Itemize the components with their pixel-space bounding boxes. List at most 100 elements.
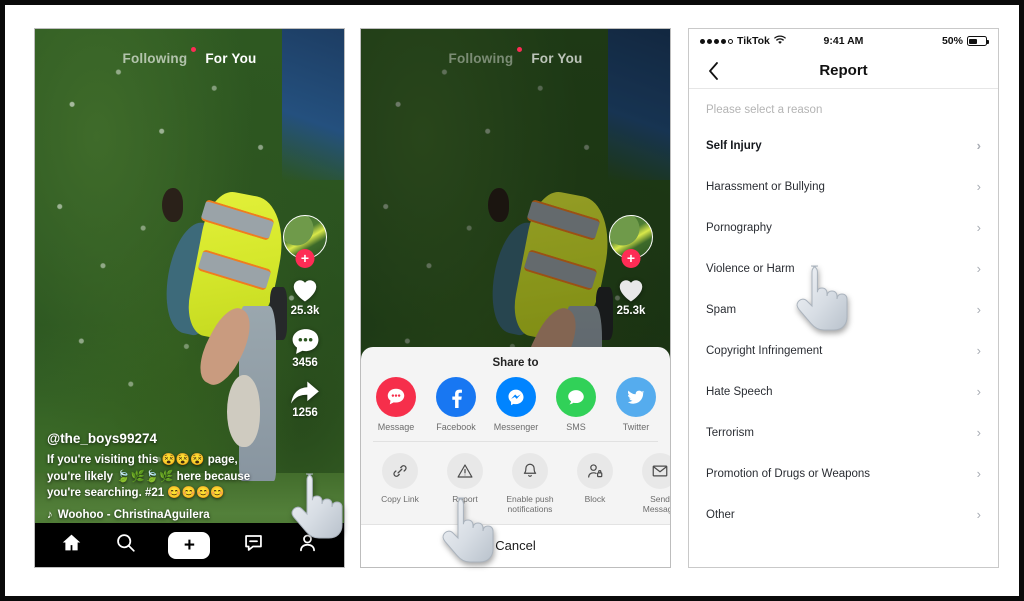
envelope-icon <box>642 452 670 489</box>
report-row-pornography[interactable]: Pornography › <box>706 207 981 248</box>
notification-dot-icon <box>517 47 523 52</box>
report-row-hate-speech[interactable]: Hate Speech › <box>706 371 981 412</box>
action-label: Send Message <box>642 493 670 515</box>
report-row-label: Harassment or Bullying <box>706 180 825 193</box>
report-reason-list: Self Injury › Harassment or Bullying › P… <box>689 125 998 535</box>
action-send-message[interactable]: Send Message <box>633 452 670 515</box>
chevron-right-icon: › <box>976 343 981 358</box>
share-target-label: Messenger <box>493 421 539 432</box>
messenger-icon <box>496 376 536 417</box>
heart-icon <box>616 275 646 303</box>
chevron-right-icon: › <box>976 179 981 194</box>
report-row-label: Self Injury <box>706 139 762 152</box>
share-target-sms[interactable]: SMS <box>553 376 599 433</box>
chevron-right-icon: › <box>976 220 981 235</box>
report-row-other[interactable]: Other › <box>706 494 981 535</box>
like-count: 25.3k <box>616 305 646 317</box>
like-count: 25.3k <box>290 305 320 317</box>
nav-profile-icon[interactable] <box>297 532 318 558</box>
sms-icon <box>556 376 596 417</box>
author-avatar-button[interactable]: + <box>609 215 653 268</box>
status-bar-time: 9:41 AM <box>823 35 864 47</box>
battery-icon <box>966 36 989 46</box>
share-target-row: Message Facebook Messenger SMS Twitter <box>361 375 670 441</box>
nav-create-button[interactable]: + <box>165 531 214 559</box>
music-row[interactable]: ♪ Woohoo - ChristinaAguilera <box>47 509 261 521</box>
wifi-icon <box>773 34 786 48</box>
action-rail: + 25.3k 3456 1256 <box>276 215 334 430</box>
action-block[interactable]: Block <box>568 452 622 515</box>
tab-following-label: Following <box>122 51 188 66</box>
carrier-name: TikTok <box>737 35 770 47</box>
tab-following-label: Following <box>448 51 514 66</box>
nav-inbox-icon[interactable] <box>243 532 264 558</box>
nav-search-icon[interactable] <box>115 532 136 558</box>
bell-icon <box>512 452 548 489</box>
status-bar-left: TikTok <box>700 34 795 48</box>
report-row-label: Copyright Infringement <box>706 344 823 357</box>
share-target-message[interactable]: Message <box>373 376 419 433</box>
caption-text: If you're visiting this 😵😵😵 page, you're… <box>47 453 251 500</box>
comment-icon <box>291 328 320 355</box>
facebook-icon <box>436 376 476 417</box>
tab-for-you[interactable]: For You <box>531 51 582 66</box>
author-username[interactable]: @the_boys99274 <box>47 431 261 446</box>
message-bubble-icon <box>376 376 416 417</box>
report-row-label: Other <box>706 508 735 521</box>
share-sheet: Share to Message Facebook Messenger SMS … <box>361 346 670 567</box>
tab-following[interactable]: Following <box>448 47 523 66</box>
phone-2-share-sheet-screen: Following For You + 25.3k Share to Messa… <box>360 28 671 568</box>
select-reason-hint: Please select a reason <box>706 104 823 116</box>
tab-following[interactable]: Following <box>122 47 197 66</box>
report-row-copyright-infringement[interactable]: Copyright Infringement › <box>706 330 981 371</box>
report-row-spam[interactable]: Spam › <box>706 289 981 330</box>
report-row-label: Spam <box>706 303 737 316</box>
action-label: Copy Link <box>381 493 419 504</box>
comment-button[interactable]: 3456 <box>291 328 320 369</box>
report-row-terrorism[interactable]: Terrorism › <box>706 412 981 453</box>
share-target-label: Facebook <box>436 421 476 432</box>
share-action-row: Copy Link Report Enable push notificatio… <box>361 442 670 524</box>
report-row-promotion-of-drugs-or-weapons[interactable]: Promotion of Drugs or Weapons › <box>706 453 981 494</box>
share-target-messenger[interactable]: Messenger <box>493 376 539 433</box>
bottom-nav-bar: + <box>35 523 344 567</box>
follow-plus-icon[interactable]: + <box>621 249 641 268</box>
share-sheet-title: Share to <box>492 356 539 369</box>
share-arrow-icon <box>290 380 320 405</box>
action-rail: + 25.3k <box>602 215 660 328</box>
top-tab-bar: Following For You <box>361 47 670 66</box>
report-row-violence-or-harm[interactable]: Violence or Harm › <box>706 248 981 289</box>
report-row-self-injury[interactable]: Self Injury › <box>706 125 981 166</box>
cancel-button[interactable]: Cancel <box>361 524 670 567</box>
report-navbar: Report <box>689 53 998 89</box>
nav-create-plus-icon: + <box>183 534 196 556</box>
report-row-label: Promotion of Drugs or Weapons <box>706 467 871 480</box>
chevron-right-icon: › <box>976 425 981 440</box>
action-enable-push[interactable]: Enable push notifications <box>503 452 557 515</box>
phone-1-feed-screen: Following For You + 25.3k 3456 1256 @the… <box>34 28 345 568</box>
share-target-twitter[interactable]: Twitter <box>613 376 659 433</box>
warning-triangle-icon <box>447 452 483 489</box>
signal-dots-icon <box>700 38 733 44</box>
chevron-right-icon: › <box>976 138 981 153</box>
chevron-right-icon: › <box>976 507 981 522</box>
action-label: Enable push notifications <box>506 493 554 515</box>
share-target-label: Twitter <box>622 421 650 432</box>
share-button[interactable]: 1256 <box>290 380 320 419</box>
report-row-harassment-or-bullying[interactable]: Harassment or Bullying › <box>706 166 981 207</box>
twitter-icon <box>616 376 656 417</box>
nav-home-icon[interactable] <box>61 532 82 558</box>
status-bar-right: 50% <box>892 35 989 47</box>
share-target-facebook[interactable]: Facebook <box>433 376 479 433</box>
follow-plus-icon[interactable]: + <box>295 249 315 268</box>
action-copy-link[interactable]: Copy Link <box>373 452 427 515</box>
author-avatar-button[interactable]: + <box>283 215 327 268</box>
like-button[interactable]: 25.3k <box>616 275 646 317</box>
like-button[interactable]: 25.3k <box>290 275 320 317</box>
tab-for-you[interactable]: For You <box>205 51 256 66</box>
chevron-left-icon[interactable] <box>703 61 723 81</box>
page-title: Report <box>819 62 868 79</box>
screenshot-canvas: Following For You + 25.3k 3456 1256 @the… <box>0 0 1024 601</box>
share-target-label: SMS <box>566 421 586 432</box>
action-report[interactable]: Report <box>438 452 492 515</box>
